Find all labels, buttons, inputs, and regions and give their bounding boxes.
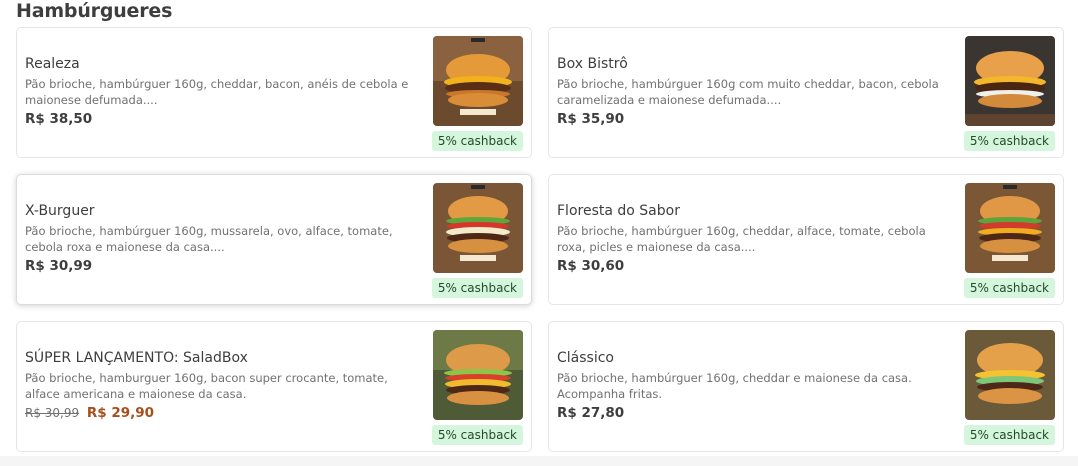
product-description: Pão brioche, hambúrguer 160g, cheddar, a… bbox=[557, 224, 926, 254]
cashback-badge: 5% cashback bbox=[963, 131, 1055, 151]
menu-page: Hambúrgueres Realeza Pão brioche, hambúr… bbox=[0, 0, 1078, 466]
burger-photo-icon bbox=[965, 330, 1055, 420]
product-description: Pão brioche, hambúrguer 160g com muito c… bbox=[557, 77, 939, 107]
product-name: Floresta do Sabor bbox=[557, 203, 680, 219]
product-name: X-Burguer bbox=[25, 203, 95, 219]
price-row: R$ 30,60 bbox=[557, 258, 957, 274]
product-card-x-burguer[interactable]: X-Burguer Pão brioche, hambúrguer 160g, … bbox=[16, 174, 532, 305]
product-card-floresta-do-sabor[interactable]: Floresta do Sabor Pão brioche, hambúrgue… bbox=[548, 174, 1064, 305]
product-price: R$ 35,90 bbox=[557, 111, 625, 127]
cashback-badge: 5% cashback bbox=[431, 131, 523, 151]
product-info: SÚPER LANÇAMENTO: SaladBox Pão brioche, … bbox=[25, 350, 425, 421]
product-name: Realeza bbox=[25, 56, 80, 72]
product-info: Floresta do Sabor Pão brioche, hambúrgue… bbox=[557, 203, 957, 274]
product-description: Pão brioche, hambúrguer 160g, mussarela,… bbox=[25, 224, 393, 254]
burger-photo-icon bbox=[433, 36, 523, 126]
burger-photo-icon bbox=[433, 330, 523, 420]
page-bottom-divider bbox=[0, 456, 1078, 466]
old-price: R$ 30,99 bbox=[25, 406, 80, 420]
product-price: R$ 30,60 bbox=[557, 258, 625, 274]
product-description: Pão brioche, hambúrguer 160g, cheddar, b… bbox=[25, 77, 409, 107]
product-card-box-bistro[interactable]: Box Bistrô Pão brioche, hambúrguer 160g … bbox=[548, 27, 1064, 158]
cashback-badge: 5% cashback bbox=[963, 278, 1055, 298]
price-row: R$ 38,50 bbox=[25, 111, 425, 127]
product-card-saladbox[interactable]: SÚPER LANÇAMENTO: SaladBox Pão brioche, … bbox=[16, 321, 532, 452]
product-card-realeza[interactable]: Realeza Pão brioche, hambúrguer 160g, ch… bbox=[16, 27, 532, 158]
product-description: Pão brioche, hamburguer 160g, bacon supe… bbox=[25, 371, 388, 401]
product-name: Box Bistrô bbox=[557, 56, 628, 72]
product-info: Clássico Pão brioche, hambúrguer 160g, c… bbox=[557, 350, 957, 421]
price-row: R$ 27,80 bbox=[557, 405, 957, 421]
cashback-badge: 5% cashback bbox=[431, 425, 523, 445]
section-title: Hambúrgueres bbox=[16, 0, 173, 22]
product-price: R$ 27,80 bbox=[557, 405, 625, 421]
product-price: R$ 30,99 bbox=[25, 258, 93, 274]
product-name: Clássico bbox=[557, 350, 614, 366]
product-description: Pão brioche, hambúrguer 160g, cheddar e … bbox=[557, 371, 912, 401]
product-info: Box Bistrô Pão brioche, hambúrguer 160g … bbox=[557, 56, 957, 127]
cashback-badge: 5% cashback bbox=[963, 425, 1055, 445]
product-info: Realeza Pão brioche, hambúrguer 160g, ch… bbox=[25, 56, 425, 127]
burger-photo-icon bbox=[965, 36, 1055, 126]
cashback-badge: 5% cashback bbox=[431, 278, 523, 298]
product-info: X-Burguer Pão brioche, hambúrguer 160g, … bbox=[25, 203, 425, 274]
burger-photo-icon bbox=[965, 183, 1055, 273]
price-row: R$ 30,99 bbox=[25, 258, 425, 274]
price-row: R$ 35,90 bbox=[557, 111, 957, 127]
product-name: SÚPER LANÇAMENTO: SaladBox bbox=[25, 350, 248, 366]
product-price: R$ 38,50 bbox=[25, 111, 93, 127]
price-row: R$ 30,99 R$ 29,90 bbox=[25, 405, 425, 421]
product-card-classico[interactable]: Clássico Pão brioche, hambúrguer 160g, c… bbox=[548, 321, 1064, 452]
burger-photo-icon bbox=[433, 183, 523, 273]
product-price: R$ 29,90 bbox=[86, 405, 155, 421]
